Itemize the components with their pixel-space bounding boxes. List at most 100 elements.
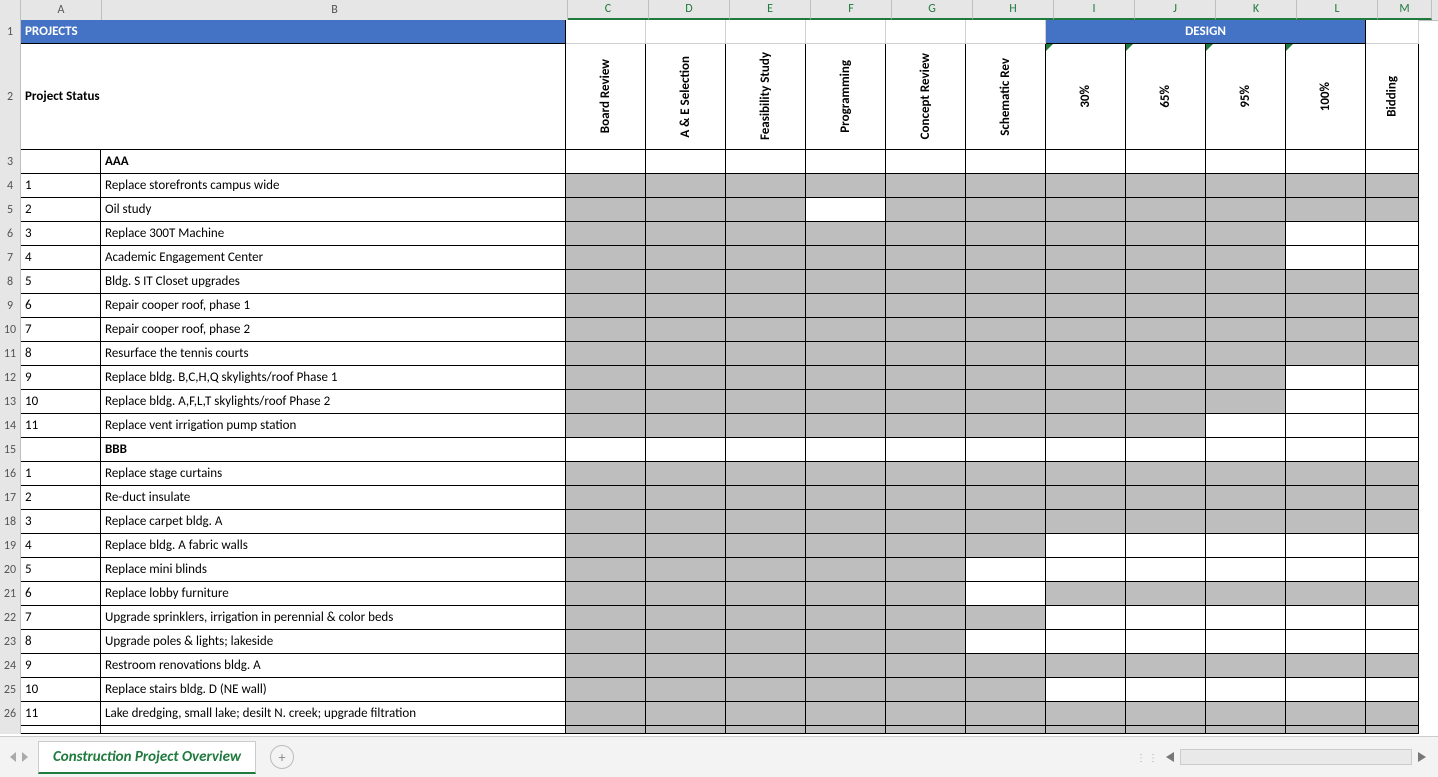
col-header-I[interactable]: I: [1054, 0, 1135, 20]
status-cell[interactable]: [966, 318, 1046, 342]
status-cell[interactable]: [1366, 630, 1419, 654]
status-cell[interactable]: [566, 246, 646, 270]
project-number[interactable]: 8: [21, 342, 101, 366]
project-name[interactable]: AAA: [101, 150, 566, 174]
cell[interactable]: [886, 726, 966, 734]
status-cell[interactable]: [726, 510, 806, 534]
status-cell[interactable]: [646, 390, 726, 414]
status-cell[interactable]: [966, 246, 1046, 270]
status-cell[interactable]: [966, 510, 1046, 534]
row-header-20[interactable]: 20: [0, 558, 21, 583]
project-number[interactable]: 2: [21, 486, 101, 510]
status-cell[interactable]: [886, 702, 966, 726]
status-cell[interactable]: [1286, 534, 1366, 558]
status-cell[interactable]: [646, 342, 726, 366]
status-cell[interactable]: [806, 510, 886, 534]
status-cell[interactable]: [966, 606, 1046, 630]
status-cell[interactable]: [1206, 678, 1286, 702]
project-number[interactable]: 1: [21, 174, 101, 198]
row-header-24[interactable]: 24: [0, 654, 21, 679]
status-cell[interactable]: [566, 150, 646, 174]
status-cell[interactable]: [646, 318, 726, 342]
project-number[interactable]: 5: [21, 558, 101, 582]
status-cell[interactable]: [1206, 390, 1286, 414]
status-cell[interactable]: [806, 630, 886, 654]
project-number[interactable]: 4: [21, 534, 101, 558]
project-name[interactable]: Replace bldg. A fabric walls: [101, 534, 566, 558]
status-cell[interactable]: [966, 462, 1046, 486]
add-sheet-button[interactable]: +: [270, 745, 294, 769]
col-header-L[interactable]: L: [1297, 0, 1378, 20]
status-cell[interactable]: [646, 438, 726, 462]
status-cell[interactable]: [886, 222, 966, 246]
status-cell[interactable]: [566, 174, 646, 198]
status-cell[interactable]: [806, 150, 886, 174]
status-cell[interactable]: [646, 678, 726, 702]
status-cell[interactable]: [1046, 342, 1126, 366]
project-number[interactable]: 7: [21, 318, 101, 342]
col-header-E[interactable]: E: [730, 0, 811, 20]
project-number[interactable]: 10: [21, 678, 101, 702]
status-cell[interactable]: [806, 582, 886, 606]
status-cell[interactable]: [566, 414, 646, 438]
row-header-22[interactable]: 22: [0, 606, 21, 631]
status-cell[interactable]: [886, 654, 966, 678]
status-cell[interactable]: [1286, 246, 1366, 270]
status-cell[interactable]: [886, 678, 966, 702]
status-cell[interactable]: [566, 534, 646, 558]
status-cell[interactable]: [1206, 366, 1286, 390]
project-number[interactable]: 7: [21, 606, 101, 630]
status-cell[interactable]: [646, 246, 726, 270]
status-cell[interactable]: [1206, 174, 1286, 198]
status-cell[interactable]: [646, 510, 726, 534]
status-cell[interactable]: [1366, 174, 1419, 198]
status-cell[interactable]: [1286, 702, 1366, 726]
status-cell[interactable]: [966, 294, 1046, 318]
status-cell[interactable]: [1206, 510, 1286, 534]
status-cell[interactable]: [1126, 174, 1206, 198]
status-cell[interactable]: [646, 702, 726, 726]
cell-blank[interactable]: [806, 20, 886, 44]
status-cell[interactable]: [566, 654, 646, 678]
header-project-status[interactable]: Project Status: [21, 44, 566, 150]
project-number[interactable]: [21, 438, 101, 462]
project-number[interactable]: [21, 150, 101, 174]
status-cell[interactable]: [1046, 246, 1126, 270]
project-name[interactable]: Replace lobby furniture: [101, 582, 566, 606]
status-cell[interactable]: [1126, 318, 1206, 342]
spreadsheet-grid[interactable]: 1PROJECTSDESIGN2Project StatusBoard Revi…: [0, 20, 1438, 737]
status-cell[interactable]: [1126, 486, 1206, 510]
status-cell[interactable]: [1046, 510, 1126, 534]
status-cell[interactable]: [1206, 294, 1286, 318]
status-cell[interactable]: [1366, 486, 1419, 510]
status-cell[interactable]: [806, 678, 886, 702]
phase-header[interactable]: Schematic Rev: [966, 44, 1046, 150]
status-cell[interactable]: [1206, 318, 1286, 342]
row-header-8[interactable]: 8: [0, 270, 21, 295]
status-cell[interactable]: [1126, 534, 1206, 558]
status-cell[interactable]: [726, 462, 806, 486]
status-cell[interactable]: [1126, 438, 1206, 462]
status-cell[interactable]: [726, 486, 806, 510]
cell[interactable]: [1286, 726, 1366, 734]
status-cell[interactable]: [1046, 270, 1126, 294]
status-cell[interactable]: [966, 702, 1046, 726]
status-cell[interactable]: [566, 606, 646, 630]
status-cell[interactable]: [1286, 630, 1366, 654]
cell[interactable]: [1206, 726, 1286, 734]
status-cell[interactable]: [1046, 654, 1126, 678]
status-cell[interactable]: [1126, 390, 1206, 414]
status-cell[interactable]: [1366, 606, 1419, 630]
project-number[interactable]: 1: [21, 462, 101, 486]
cell[interactable]: [1366, 726, 1419, 734]
status-cell[interactable]: [1286, 198, 1366, 222]
status-cell[interactable]: [806, 438, 886, 462]
status-cell[interactable]: [886, 486, 966, 510]
status-cell[interactable]: [1286, 678, 1366, 702]
status-cell[interactable]: [726, 246, 806, 270]
status-cell[interactable]: [566, 558, 646, 582]
status-cell[interactable]: [1046, 630, 1126, 654]
phase-header[interactable]: Concept Review: [886, 44, 966, 150]
status-cell[interactable]: [1366, 294, 1419, 318]
status-cell[interactable]: [1126, 654, 1206, 678]
